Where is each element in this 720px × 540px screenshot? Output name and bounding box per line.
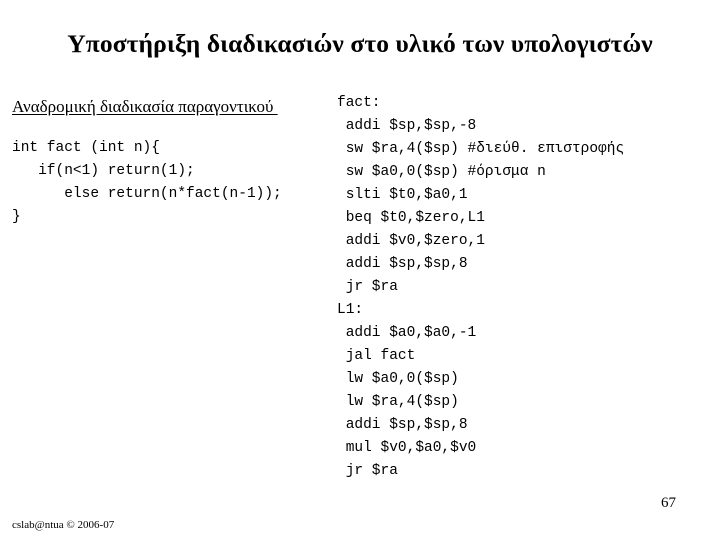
c-code-line: if(n<1) return(1); xyxy=(12,163,195,179)
asm-code-line: jr $ra xyxy=(337,463,398,479)
asm-code-line: lw $ra,4($sp) xyxy=(337,394,459,410)
asm-code-line: addi $sp,$sp,-8 xyxy=(337,118,477,134)
c-code-line: int fact (int n){ xyxy=(12,140,160,156)
asm-code-line: sw $a0,0($sp) #όρισμα n xyxy=(337,164,546,180)
c-source-code-block: int fact (int n){ if(n<1) return(1); els… xyxy=(12,137,332,229)
asm-code-line: addi $sp,$sp,8 xyxy=(337,417,468,433)
asm-code-line: fact: xyxy=(337,95,381,111)
asm-code-line: lw $a0,0($sp) xyxy=(337,371,459,387)
asm-code-line: addi $v0,$zero,1 xyxy=(337,233,485,249)
asm-code-line: addi $sp,$sp,8 xyxy=(337,256,468,272)
left-content-column: Αναδρομική διαδικασία παραγοντικού int f… xyxy=(12,96,332,229)
section-heading: Αναδρομική διαδικασία παραγοντικού xyxy=(12,97,278,116)
asm-code-line: mul $v0,$a0,$v0 xyxy=(337,440,477,456)
c-code-line: else return(n*fact(n-1)); xyxy=(12,186,282,202)
slide-page-number: 67 xyxy=(661,495,676,511)
asm-code-line: slti $t0,$a0,1 xyxy=(337,187,468,203)
asm-code-line: beq $t0,$zero,L1 xyxy=(337,210,485,226)
page-title: Υποστήριξη διαδικασιών στο υλικό των υπο… xyxy=(67,29,653,58)
assembly-source-code-block: fact: addi $sp,$sp,-8 sw $ra,4($sp) #διε… xyxy=(337,92,624,483)
c-code-line: } xyxy=(12,209,21,225)
asm-code-line: addi $a0,$a0,-1 xyxy=(337,325,477,341)
slide-canvas: Υποστήριξη διαδικασιών στο υλικό των υπο… xyxy=(0,0,720,540)
footer-credit: cslab@ntua © 2006-07 xyxy=(12,519,115,531)
asm-code-line: sw $ra,4($sp) #διεύθ. επιστροφής xyxy=(337,141,625,157)
asm-code-line: jal fact xyxy=(337,348,416,364)
asm-code-line: L1: xyxy=(337,302,364,318)
asm-code-line: jr $ra xyxy=(337,279,398,295)
